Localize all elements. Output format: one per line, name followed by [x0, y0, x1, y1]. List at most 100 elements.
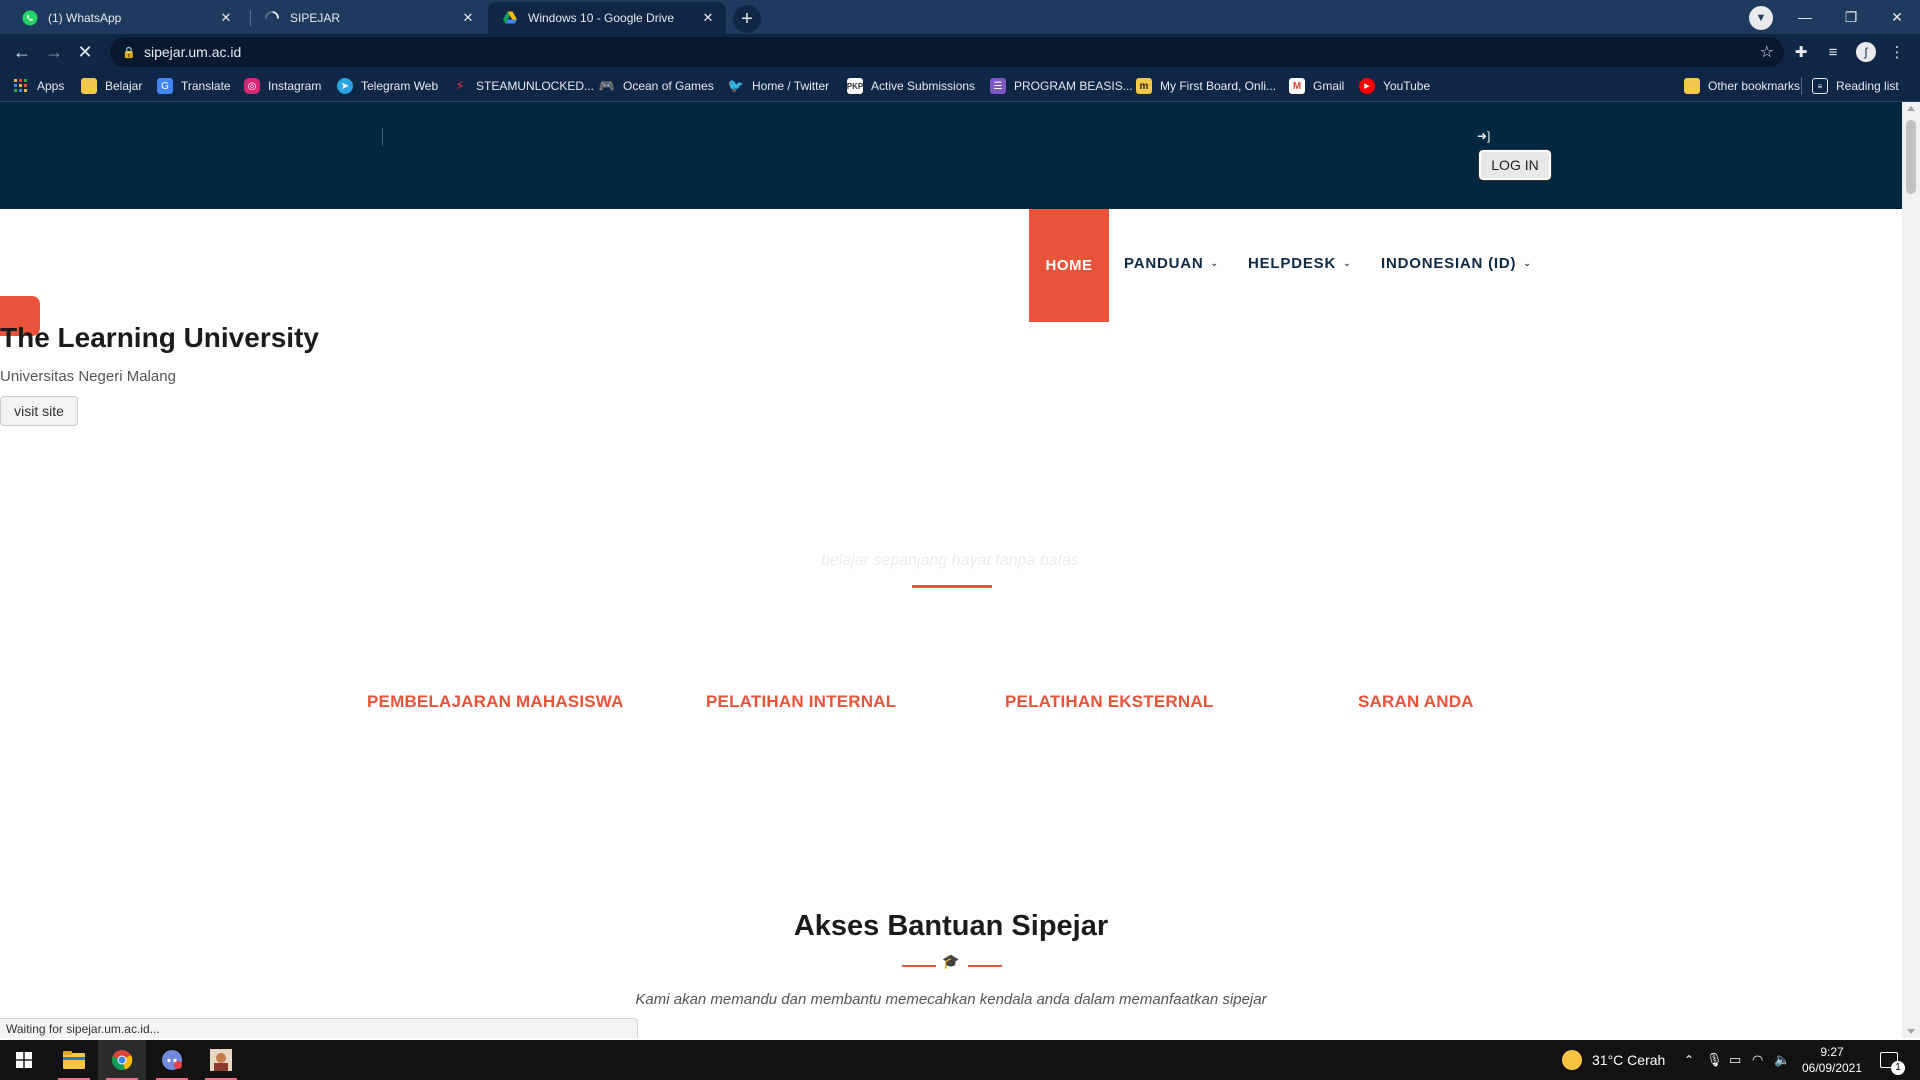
chevron-down-icon: ⌄	[1523, 258, 1532, 268]
title-divider-left	[902, 965, 936, 967]
menu-kebab-icon[interactable]: ⋮	[1887, 42, 1907, 62]
restore-button[interactable]: ❐	[1828, 4, 1874, 30]
microphone-icon[interactable]: 🎙	[1706, 1040, 1723, 1080]
show-hidden-icons[interactable]: ⌃	[1684, 1040, 1694, 1080]
volume-icon[interactable]: 🔈	[1774, 1040, 1790, 1080]
browser-tab-strip: (1) WhatsApp ✕ SIPEJAR ✕ Windows 10 - Go…	[0, 0, 1920, 34]
tab-whatsapp[interactable]: (1) WhatsApp ✕	[8, 2, 244, 34]
action-center-button[interactable]: 1	[1880, 1040, 1905, 1080]
scrollbar-thumb[interactable]	[1906, 120, 1916, 194]
taskbar-file-explorer[interactable]	[50, 1040, 98, 1080]
extensions-icon[interactable]: ✚	[1791, 42, 1811, 62]
bookmark-other-bookmarks[interactable]: Other bookmarks	[1684, 77, 1800, 95]
star-icon[interactable]: ☆	[1760, 42, 1774, 62]
google-translate-icon: G	[157, 78, 173, 94]
battery-icon[interactable]: ▭	[1729, 1040, 1741, 1080]
bookmark-belajar[interactable]: Belajar	[81, 77, 142, 95]
bookmark-instagram[interactable]: ◎ Instagram	[244, 77, 321, 95]
nav-helpdesk[interactable]: HELPDESK ⌄	[1248, 255, 1351, 272]
bookmark-steamunlocked[interactable]: ⚡ STEAMUNLOCKED...	[452, 77, 594, 95]
status-bubble: Waiting for sipejar.um.ac.id...	[0, 1018, 638, 1038]
google-forms-icon: ☰	[990, 78, 1006, 94]
chevron-down-icon: ▼	[1755, 12, 1767, 24]
scroll-up-icon[interactable]	[1907, 106, 1915, 111]
url-text: sipejar.um.ac.id	[144, 44, 242, 60]
stop-loading-button[interactable]: ✕	[72, 39, 98, 65]
bookmark-apps[interactable]: Apps	[13, 77, 64, 95]
service-pelatihan-eksternal[interactable]: PELATIHAN EKSTERNAL	[1005, 692, 1213, 712]
tab-google-drive[interactable]: Windows 10 - Google Drive ✕	[488, 2, 726, 34]
tab-title: (1) WhatsApp	[48, 11, 122, 25]
section-description: Kami akan memandu dan membantu memecahka…	[635, 991, 1267, 1008]
browser-toolbar: ← → ✕ 🔒 sipejar.um.ac.id ☆ ✚ ≡ ʃ ⋮	[0, 34, 1920, 70]
telegram-icon: ➤	[337, 78, 353, 94]
nav-panduan[interactable]: PANDUAN ⌄	[1124, 255, 1219, 272]
taskbar-app[interactable]	[197, 1040, 245, 1080]
bookmark-active-submissions[interactable]: PKP Active Submissions	[847, 77, 975, 95]
chrome-icon	[111, 1050, 133, 1071]
service-pelatihan-internal[interactable]: PELATIHAN INTERNAL	[706, 692, 896, 712]
nav-language[interactable]: INDONESIAN (ID) ⌄	[1381, 255, 1532, 272]
close-icon[interactable]: ✕	[460, 10, 476, 26]
section-title: Akses Bantuan Sipejar	[793, 910, 1109, 942]
tab-search-button[interactable]: ▼	[1749, 6, 1773, 30]
service-saran-anda[interactable]: SARAN ANDA	[1358, 692, 1474, 712]
taskbar-discord[interactable]	[148, 1040, 196, 1080]
bookmark-twitter[interactable]: 🐦 Home / Twitter	[728, 77, 829, 95]
start-button[interactable]	[0, 1040, 48, 1080]
close-window-button[interactable]: ✕	[1874, 4, 1920, 30]
title-divider-right	[968, 965, 1002, 967]
address-bar[interactable]: 🔒 sipejar.um.ac.id ☆	[110, 37, 1784, 67]
bookmark-translate[interactable]: G Translate	[157, 77, 231, 95]
sign-in-icon: ➜]	[1477, 129, 1491, 143]
minimize-button[interactable]: —	[1782, 4, 1828, 30]
page-scrollbar[interactable]	[1902, 102, 1920, 1038]
notification-icon: 1	[1880, 1052, 1905, 1075]
taskbar-chrome[interactable]	[98, 1040, 146, 1080]
discord-icon	[162, 1050, 182, 1070]
login-button[interactable]: LOG IN	[1478, 149, 1552, 181]
folder-icon	[1684, 78, 1700, 94]
gmail-icon: M	[1289, 78, 1305, 94]
weather-widget[interactable]: 31°C Cerah	[1562, 1040, 1665, 1080]
bookmark-youtube[interactable]: ▶ YouTube	[1359, 77, 1430, 95]
arrow-right-icon: →	[45, 41, 63, 62]
lock-icon: 🔒	[122, 46, 136, 59]
service-pembelajaran-mahasiswa[interactable]: PEMBELAJARAN MAHASISWA	[367, 692, 624, 712]
new-tab-button[interactable]: +	[733, 5, 761, 33]
close-icon: ✕	[1891, 8, 1903, 25]
app-thumbnail-icon	[210, 1049, 232, 1071]
reading-list-button[interactable]: ≡ Reading list	[1801, 77, 1899, 95]
chevron-up-icon: ⌃	[1684, 1053, 1695, 1067]
bookmark-telegram[interactable]: ➤ Telegram Web	[337, 77, 438, 95]
visit-site-button[interactable]: visit site	[0, 396, 78, 426]
bookmark-gmail[interactable]: M Gmail	[1289, 77, 1344, 95]
media-controls-icon[interactable]: ≡	[1823, 42, 1843, 62]
bookmark-my-first-board[interactable]: m My First Board, Onli...	[1136, 77, 1276, 95]
folder-icon	[81, 78, 97, 94]
twitter-bird-icon: 🐦	[727, 78, 745, 93]
youtube-icon: ▶	[1359, 78, 1375, 94]
plus-icon: +	[741, 7, 753, 30]
gamepad-icon: 🎮	[598, 78, 616, 93]
sun-cloud-icon	[1562, 1050, 1582, 1070]
nav-home[interactable]: HOME	[1029, 209, 1109, 322]
minimize-icon: —	[1798, 9, 1812, 25]
ojs-pkp-icon: PKP	[847, 78, 863, 94]
system-clock[interactable]: 9:27 06/09/2021	[1800, 1044, 1864, 1076]
windows-logo-icon	[16, 1052, 32, 1068]
restore-icon: ❐	[1844, 8, 1858, 25]
scroll-down-icon[interactable]	[1907, 1029, 1915, 1034]
profile-avatar-icon[interactable]: ʃ	[1856, 42, 1876, 62]
close-icon[interactable]: ✕	[218, 10, 234, 26]
bookmark-program-beasiswa[interactable]: ☰ PROGRAM BEASIS...	[990, 77, 1133, 95]
chevron-down-icon: ⌄	[1210, 258, 1219, 268]
hero-subtitle: Universitas Negeri Malang	[0, 368, 176, 385]
bookmark-ocean-of-games[interactable]: 🎮 Ocean of Games	[599, 77, 714, 95]
tab-sipejar[interactable]: SIPEJAR ✕	[250, 2, 486, 34]
forward-button[interactable]: →	[41, 39, 67, 65]
back-button[interactable]: ←	[9, 39, 35, 65]
wifi-icon[interactable]: ◠	[1752, 1040, 1763, 1080]
close-icon[interactable]: ✕	[700, 10, 716, 26]
hero-title: The Learning University	[0, 322, 319, 353]
